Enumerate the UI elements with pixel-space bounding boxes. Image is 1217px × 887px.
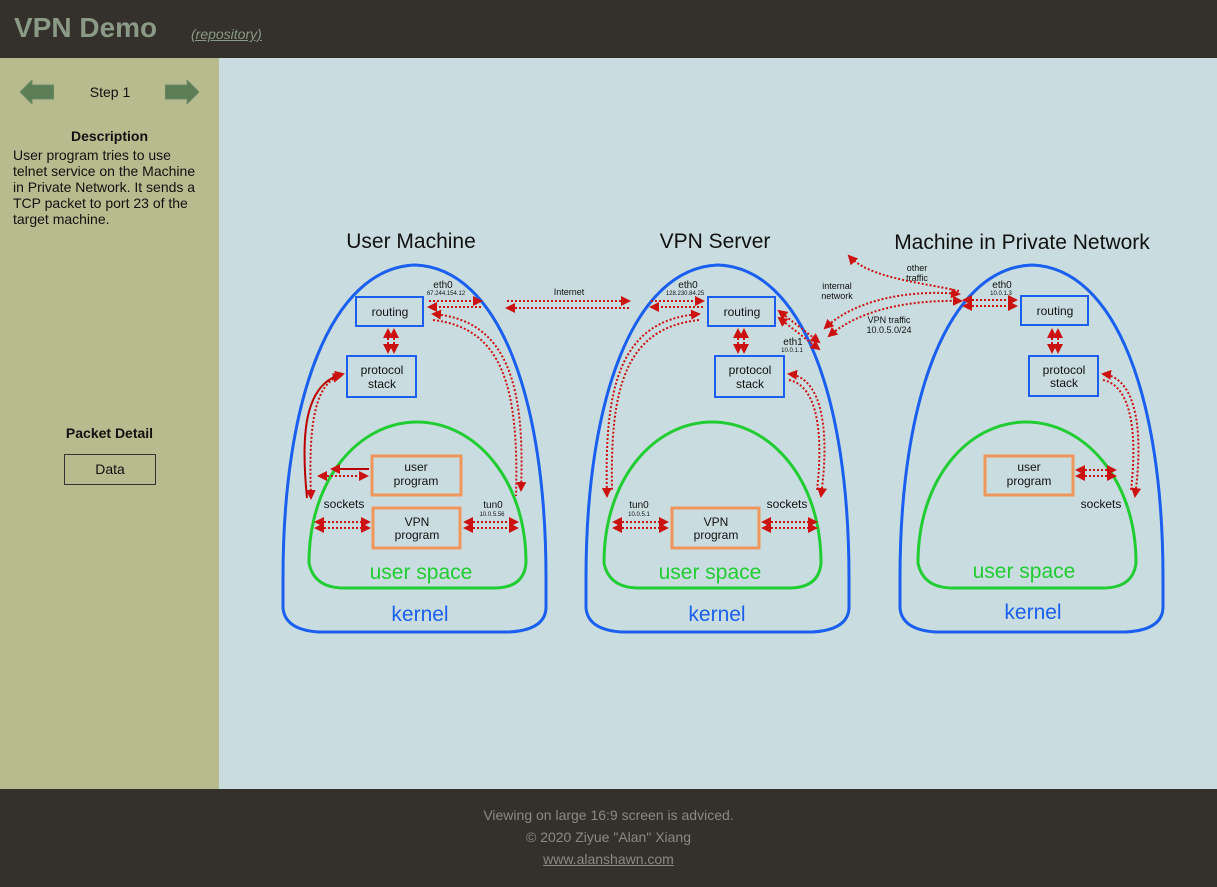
previous-step-button[interactable]: [20, 80, 54, 104]
private-machine-sockets-label: sockets: [1081, 497, 1122, 511]
sidebar: Step 1 Description User program tries to…: [0, 58, 219, 789]
user-machine-sockets-label: sockets: [324, 497, 365, 511]
vpn-server-eth1-ip: 10.0.1.1: [781, 348, 803, 354]
vpn-server-kernel-label: kernel: [688, 603, 745, 626]
repository-link[interactable]: (repository): [191, 26, 262, 42]
arrow-right-icon: [165, 80, 199, 104]
vpn-traffic-label-line2: 10.0.5.0/24: [866, 325, 911, 335]
header-bar: VPN Demo (repository): [0, 0, 1217, 58]
footer-bar: Viewing on large 16:9 screen is adviced.…: [0, 789, 1217, 887]
vpn-server-routing-label: routing: [724, 305, 761, 319]
copyright-text: © 2020 Ziyue "Alan" Xiang: [525, 829, 692, 845]
private-machine-userspace-label: user space: [973, 560, 1076, 583]
vpn-server-sockets-label: sockets: [767, 497, 808, 511]
private-machine-user-program-line2: program: [1007, 474, 1052, 488]
user-machine-tun0-label: tun0: [483, 500, 503, 511]
vpn-server-title: VPN Server: [660, 230, 771, 253]
private-machine-routing-label: routing: [1037, 304, 1074, 318]
other-traffic-label-line2: traffic: [906, 273, 928, 283]
user-machine-protocol-line1: protocol: [361, 363, 404, 377]
user-machine-eth0-label: eth0: [433, 280, 453, 291]
private-machine-protocol-line1: protocol: [1043, 363, 1086, 377]
user-machine-vpn-program-line1: VPN: [405, 515, 430, 529]
user-machine-eth0-ip: 67.244.154.12: [427, 291, 466, 297]
user-machine-userspace-label: user space: [370, 561, 473, 584]
active-packet-arrow: [303, 370, 369, 499]
user-machine-protocol-line2: stack: [368, 377, 397, 391]
user-machine-vpn-program-line2: program: [395, 528, 440, 542]
screen-advice-text: Viewing on large 16:9 screen is adviced.: [483, 807, 734, 823]
packet-data-field[interactable]: Data: [64, 454, 156, 485]
vpn-server-userspace-label: user space: [659, 561, 762, 584]
private-machine-protocol-line2: stack: [1050, 376, 1079, 390]
vpn-server-vpn-program-line1: VPN: [704, 515, 729, 529]
user-machine-kernel-label: kernel: [391, 603, 448, 626]
private-machine-kernel-label: kernel: [1004, 601, 1061, 624]
next-step-button[interactable]: [165, 80, 199, 104]
vpn-server-eth0-ip: 128.230.84.25: [666, 291, 705, 297]
user-machine-routing-label: routing: [372, 305, 409, 319]
internet-link-label: Internet: [554, 287, 585, 297]
description-title: Description: [70, 128, 148, 144]
vpn-server-eth0-label: eth0: [678, 280, 698, 291]
vpn-server-protocol-line1: protocol: [729, 363, 772, 377]
packet-detail-title: Packet Detail: [65, 425, 154, 441]
user-machine-tun0-ip: 10.0.5.56: [479, 512, 505, 518]
vpn-server-tun0-ip: 10.0.5.1: [628, 512, 650, 518]
private-machine-user-program-line1: user: [1017, 460, 1040, 474]
step-indicator: Step 1: [89, 84, 131, 100]
description-text: User program tries to use telnet service…: [13, 147, 196, 227]
vpn-server-protocol-line2: stack: [736, 377, 765, 391]
internal-network-label-line2: network: [821, 291, 853, 301]
user-machine-user-program-line2: program: [394, 474, 439, 488]
vpn-diagram: User Machine VPN Server Machine in Priva…: [219, 58, 1217, 789]
vpn-server-vpn-program-line2: program: [694, 528, 739, 542]
private-machine-eth0-label: eth0: [992, 280, 1012, 291]
vpn-traffic-label-line1: VPN traffic: [868, 315, 911, 325]
website-link[interactable]: www.alanshawn.com: [543, 851, 674, 867]
vpn-server-eth1-label: eth1: [783, 337, 803, 348]
app-title: VPN Demo: [14, 12, 158, 43]
user-machine-user-program-line1: user: [404, 460, 427, 474]
private-machine-eth0-ip: 10.0.1.3: [990, 291, 1012, 297]
internal-network-label-line1: internal: [822, 281, 852, 291]
other-traffic-label-line1: other: [907, 263, 928, 273]
vpn-diagram-svg: User Machine VPN Server Machine in Priva…: [281, 230, 1165, 634]
user-machine-title: User Machine: [346, 230, 476, 253]
footer-link-row: www.alanshawn.com: [0, 851, 1217, 867]
vpn-server-tun0-label: tun0: [629, 500, 649, 511]
arrow-left-icon: [20, 80, 54, 104]
private-machine-title: Machine in Private Network: [894, 231, 1150, 254]
